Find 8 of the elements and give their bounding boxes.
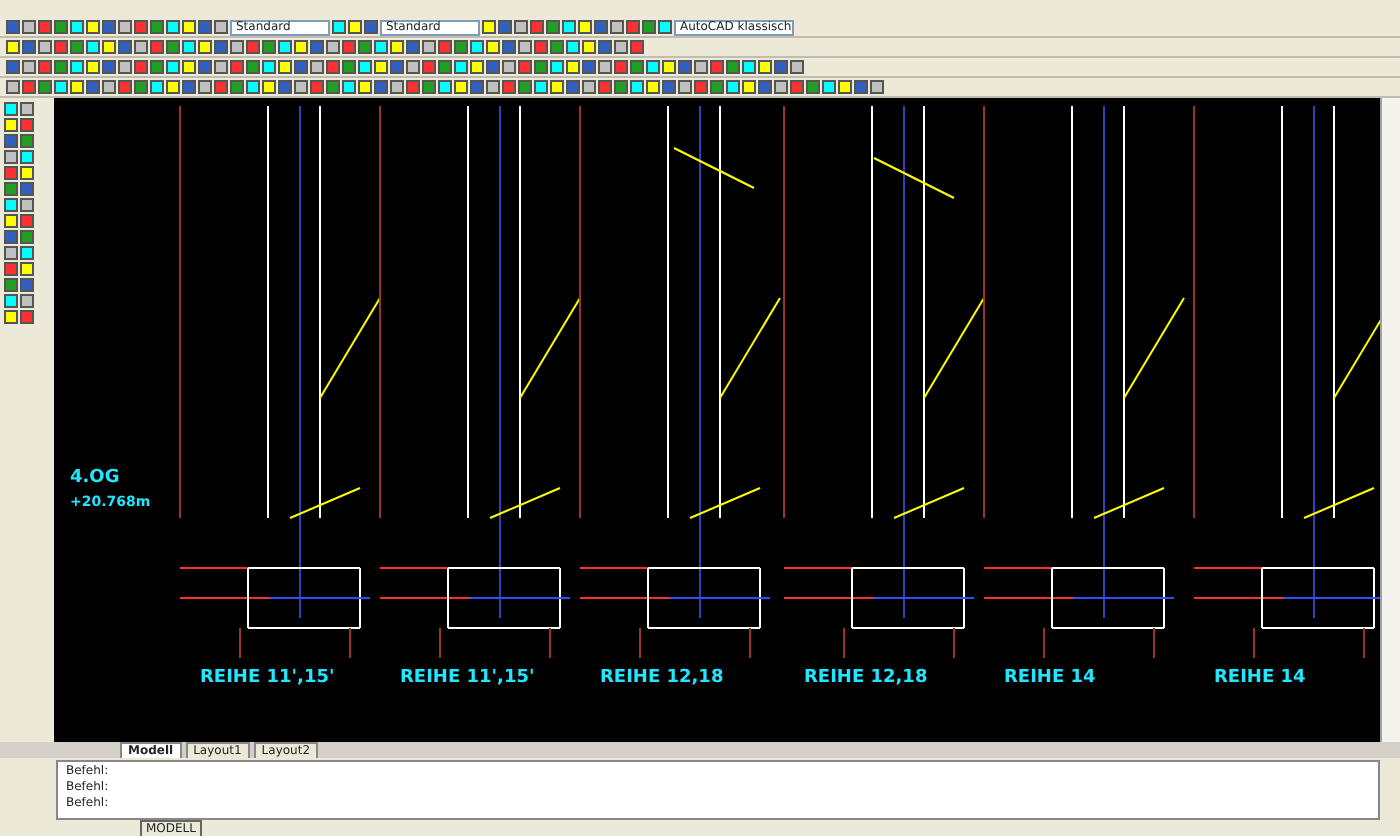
row-label: REIHE 12,18: [804, 668, 928, 688]
level-label: 4.OG: [70, 468, 120, 488]
row-label: REIHE 14: [1004, 668, 1096, 688]
vertical-scrollbar[interactable]: [1380, 98, 1400, 742]
row-label: REIHE 14: [1214, 668, 1306, 688]
row-label: REIHE 11',15': [400, 668, 535, 688]
row-label: REIHE 12,18: [600, 668, 724, 688]
row-label: REIHE 11',15': [200, 668, 335, 688]
